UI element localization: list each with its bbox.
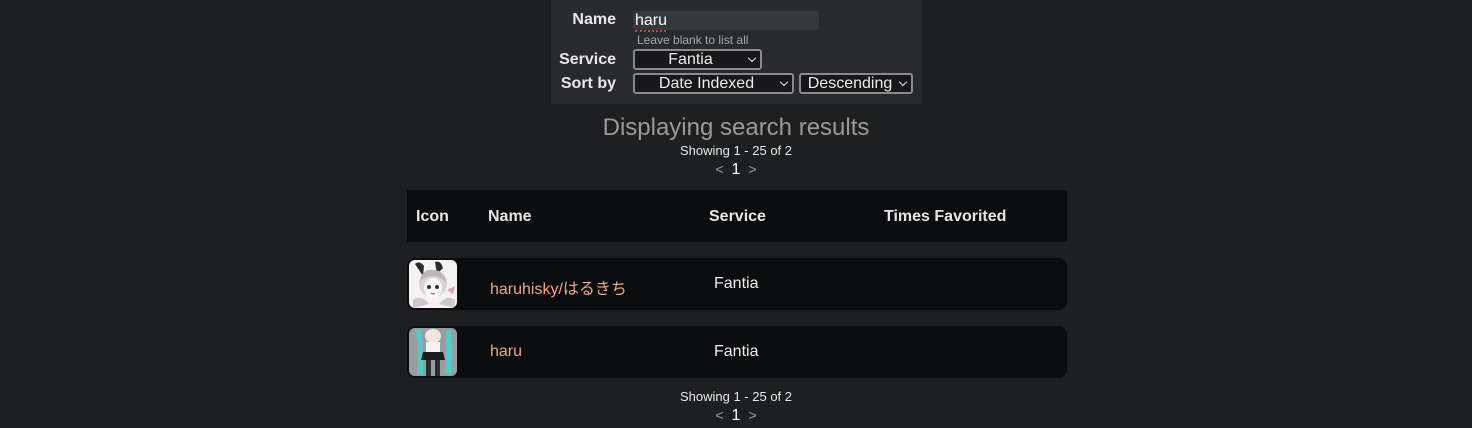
pagination-top: <1 > — [0, 161, 1472, 179]
name-hint: Leave blank to list all — [637, 33, 749, 47]
service-label: Service — [559, 51, 616, 68]
avatar[interactable] — [409, 328, 457, 376]
chevron-down-icon — [747, 53, 757, 63]
sort-by-select[interactable]: Date Indexed — [633, 73, 794, 94]
avatar-anime-girl-icon — [409, 328, 457, 376]
next-page-button[interactable]: > — [740, 407, 764, 423]
chevron-down-icon — [779, 77, 789, 87]
showing-count-bottom: Showing 1 - 25 of 2 — [679, 389, 793, 404]
prev-page-button[interactable]: < — [707, 407, 731, 423]
service-cell: Fantia — [714, 343, 759, 360]
prev-page-button[interactable]: < — [707, 161, 731, 177]
table-row: haruhisky/はるきち Fantia — [407, 258, 1067, 310]
page: Name Leave blank to list all Service Fan… — [0, 0, 1472, 428]
service-select-value: Fantia — [668, 51, 713, 68]
showing-count-top: Showing 1 - 25 of 2 — [679, 143, 793, 158]
column-header-icon: Icon — [416, 208, 449, 225]
column-header-service: Service — [709, 208, 766, 225]
sort-order-select[interactable]: Descending — [799, 73, 913, 94]
table-header: Icon Name Service Times Favorited — [407, 190, 1067, 242]
sort-by-select-value: Date Indexed — [658, 75, 755, 92]
sort-label: Sort by — [560, 75, 616, 92]
column-header-times-favorited: Times Favorited — [884, 208, 1007, 225]
search-form: Name Leave blank to list all Service Fan… — [551, 0, 922, 104]
sort-order-select-value: Descending — [807, 75, 893, 92]
avatar-anime-girl-icon — [409, 260, 457, 308]
pagination-bottom: <1 > — [0, 407, 1472, 425]
service-select[interactable]: Fantia — [633, 49, 762, 70]
table-row: haru Fantia — [407, 326, 1067, 378]
service-cell: Fantia — [714, 275, 759, 292]
results-title: Displaying search results — [602, 114, 870, 141]
column-header-name: Name — [488, 208, 532, 225]
spellcheck-underline — [635, 28, 666, 32]
creator-name-link[interactable]: haruhisky/はるきち — [490, 275, 627, 299]
creator-name-link[interactable]: haru — [490, 343, 522, 361]
next-page-button[interactable]: > — [740, 161, 764, 177]
avatar[interactable] — [409, 260, 457, 308]
name-label: Name — [572, 11, 616, 28]
